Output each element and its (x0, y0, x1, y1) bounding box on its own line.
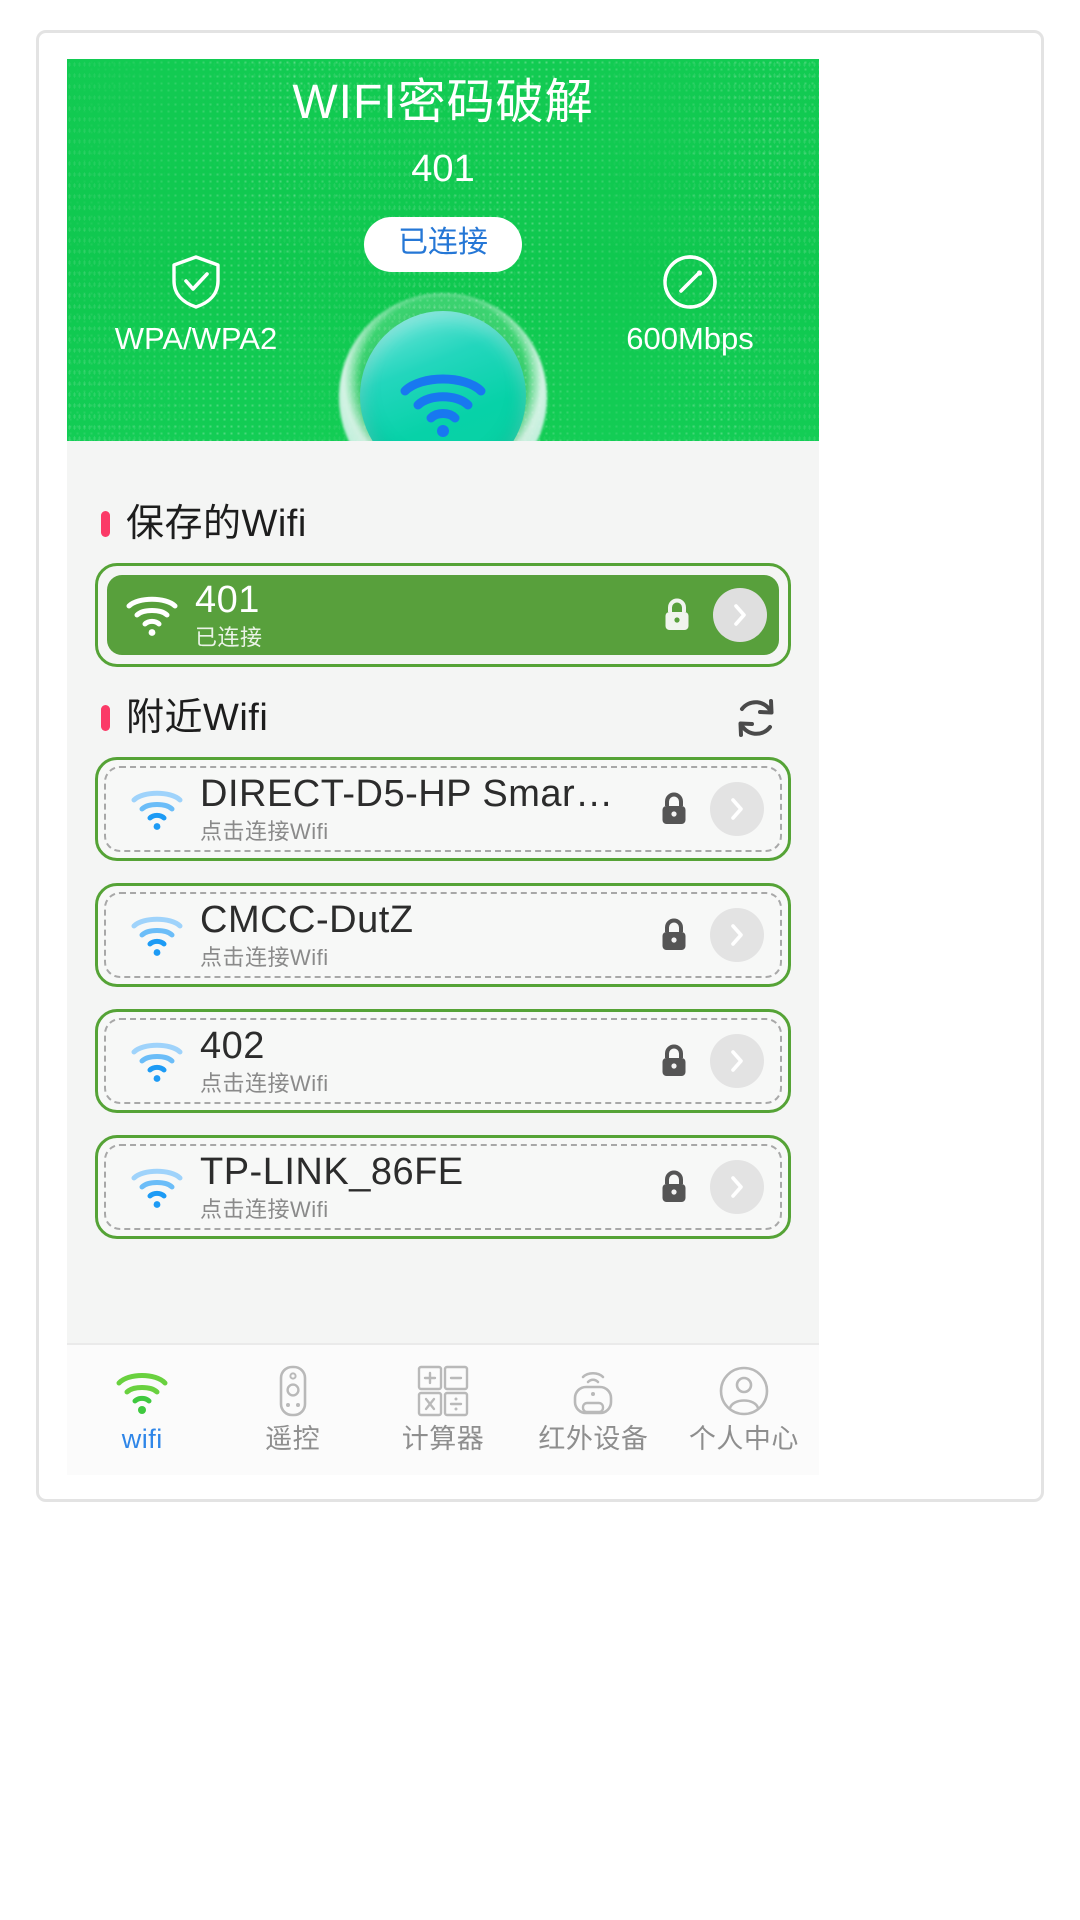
tab-label: 个人中心 (688, 1424, 799, 1454)
refresh-icon[interactable] (727, 689, 785, 747)
wifi-card-text: TP-LINK_86FE 点击连接Wifi (188, 1149, 650, 1225)
wifi-icon (114, 1363, 170, 1417)
wifi-status: 点击连接Wifi (200, 945, 329, 970)
nearby-section-title: 附近Wifi (126, 697, 269, 739)
connected-ssid-label: 401 (411, 148, 475, 190)
header-banner: WIFI密码破解 401 已连接 WPA/WPA2 600Mbps (67, 59, 819, 441)
content-sheet: 保存的Wifi 401 已连接 附近Wifi DIRECT-D5-HP Smar… (67, 441, 819, 1239)
wifi-ssid: TP-LINK_86FE (200, 1151, 464, 1193)
chevron-right-icon[interactable] (710, 1034, 764, 1088)
nearby-section-header: 附近Wifi (67, 689, 819, 747)
tab-infrared[interactable]: 红外设备 (518, 1345, 668, 1475)
lock-icon (650, 917, 698, 953)
wifi-card[interactable]: CMCC-DutZ 点击连接Wifi (95, 883, 791, 987)
app-screen: WIFI密码破解 401 已连接 WPA/WPA2 600Mbps 保存的Wif… (67, 59, 819, 1475)
wifi-card[interactable]: DIRECT-D5-HP Smar… 点击连接Wifi (95, 757, 791, 861)
speedometer-icon (585, 253, 795, 311)
wifi-card-text: DIRECT-D5-HP Smar… 点击连接Wifi (188, 771, 650, 847)
wifi-card[interactable]: 402 点击连接Wifi (95, 1009, 791, 1113)
section-bullet-icon (101, 705, 110, 731)
wifi-card-text: CMCC-DutZ 点击连接Wifi (188, 897, 650, 973)
lock-icon (650, 791, 698, 827)
tab-label: 计算器 (401, 1424, 485, 1454)
chevron-right-icon[interactable] (710, 1160, 764, 1214)
wifi-full-icon (121, 593, 183, 637)
tab-label: 遥控 (265, 1424, 321, 1454)
infrared-icon (567, 1363, 619, 1417)
wifi-signal-icon (126, 1165, 188, 1209)
wifi-orb-button[interactable] (339, 293, 547, 441)
wifi-orb-icon (395, 351, 491, 442)
wifi-card-text: 401 已连接 (183, 577, 653, 653)
page-title: WIFI密码破解 (292, 76, 594, 129)
saved-section-header: 保存的Wifi (67, 495, 819, 553)
nearby-wifi-list: DIRECT-D5-HP Smar… 点击连接Wifi CMCC-DutZ 点击… (67, 757, 819, 1239)
shield-check-icon (91, 253, 301, 311)
security-stat: WPA/WPA2 (91, 253, 301, 359)
wifi-ssid: 401 (195, 579, 260, 621)
phone-frame: WIFI密码破解 401 已连接 WPA/WPA2 600Mbps 保存的Wif… (36, 30, 1044, 1502)
wifi-status: 点击连接Wifi (200, 1197, 329, 1222)
lock-icon (653, 597, 701, 633)
chevron-right-icon[interactable] (710, 908, 764, 962)
wifi-card-connected[interactable]: 401 已连接 (95, 563, 791, 667)
speed-stat: 600Mbps (585, 253, 795, 359)
wifi-ssid: CMCC-DutZ (200, 899, 414, 941)
section-bullet-icon (101, 511, 110, 537)
chevron-right-icon[interactable] (713, 588, 767, 642)
tab-label: wifi (121, 1424, 163, 1454)
wifi-card-text: 402 点击连接Wifi (188, 1023, 650, 1099)
wifi-ssid: 402 (200, 1025, 265, 1067)
tab-remote[interactable]: 遥控 (217, 1345, 367, 1475)
saved-wifi-list: 401 已连接 (67, 563, 819, 667)
saved-section-title: 保存的Wifi (126, 503, 307, 545)
tab-wifi[interactable]: wifi (67, 1345, 217, 1475)
wifi-card[interactable]: TP-LINK_86FE 点击连接Wifi (95, 1135, 791, 1239)
status-badge: 已连接 (364, 217, 522, 272)
user-icon (718, 1363, 770, 1417)
lock-icon (650, 1169, 698, 1205)
remote-icon (275, 1363, 311, 1417)
wifi-status: 点击连接Wifi (200, 1071, 329, 1096)
wifi-ssid: DIRECT-D5-HP Smar… (200, 773, 614, 815)
wifi-signal-icon (126, 787, 188, 831)
calculator-icon (417, 1363, 469, 1417)
wifi-signal-icon (126, 913, 188, 957)
tab-label: 红外设备 (538, 1424, 649, 1454)
speed-label: 600Mbps (626, 321, 754, 356)
tab-profile[interactable]: 个人中心 (669, 1345, 819, 1475)
chevron-right-icon[interactable] (710, 782, 764, 836)
tab-calculator[interactable]: 计算器 (368, 1345, 518, 1475)
wifi-status: 点击连接Wifi (200, 819, 329, 844)
bottom-tab-bar: wifi 遥控 计算器 红外设备 个人中心 (67, 1343, 819, 1475)
security-label: WPA/WPA2 (114, 321, 278, 356)
wifi-signal-icon (126, 1039, 188, 1083)
wifi-status: 已连接 (195, 625, 263, 650)
lock-icon (650, 1043, 698, 1079)
